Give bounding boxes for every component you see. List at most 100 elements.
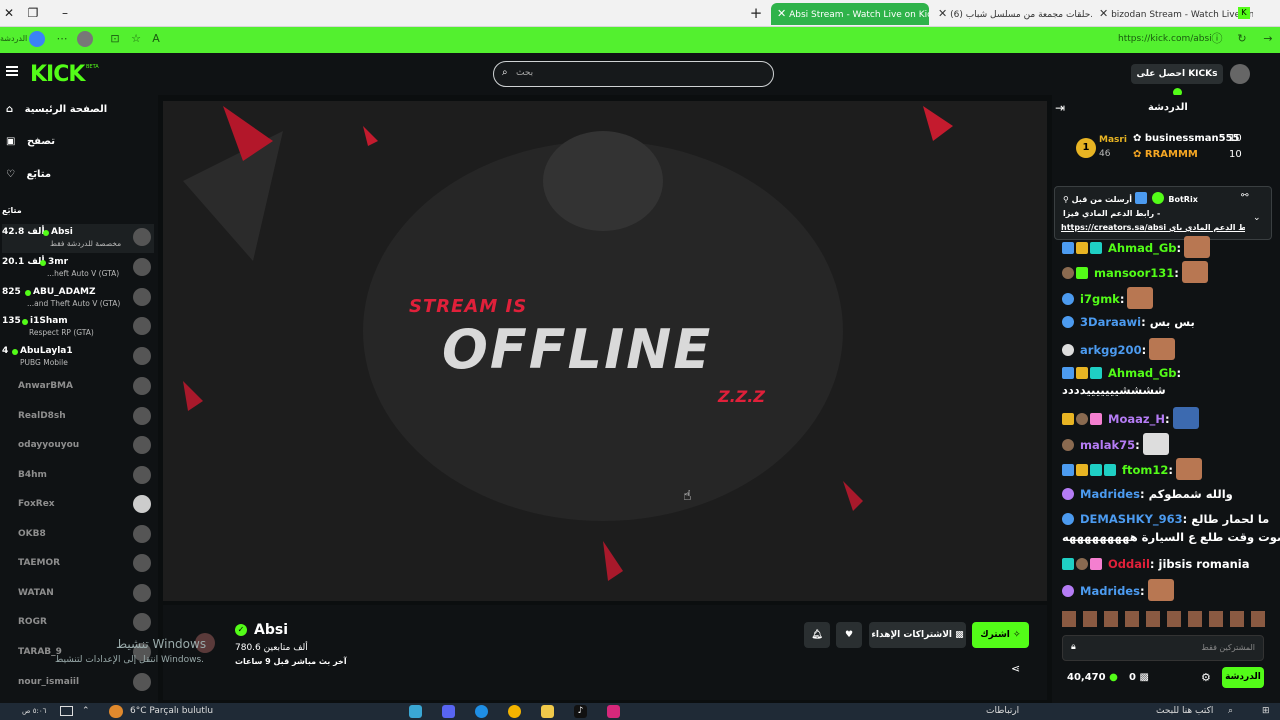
- leaderboard-entry[interactable]: ✿ RRAMMM: [1133, 149, 1198, 160]
- instagram-icon[interactable]: [607, 705, 620, 718]
- more-icon[interactable]: ⋯: [54, 31, 70, 47]
- chevron-up-icon[interactable]: ⌃: [82, 703, 90, 720]
- minimize-window-icon[interactable]: –: [56, 4, 74, 22]
- sidebar-item-browse[interactable]: ▣ تصفح: [6, 134, 55, 150]
- menu-icon[interactable]: [6, 66, 18, 76]
- pinned-link[interactable]: https://creators.sa/absi ربط الدعم الماد…: [1061, 223, 1245, 232]
- back-icon[interactable]: →: [1260, 31, 1276, 47]
- taskbar-search[interactable]: اكتب هنا للبحث: [1156, 703, 1213, 720]
- channel-item-offline[interactable]: odayyouyou: [2, 432, 154, 461]
- channel-item-offline[interactable]: TAEMOR: [2, 550, 154, 579]
- search-input[interactable]: ⌕ بحث: [493, 61, 774, 87]
- site-info-icon[interactable]: ⓘ: [1209, 31, 1225, 47]
- extensions-icon[interactable]: ⊡: [107, 31, 123, 47]
- chat-input[interactable]: 🔒︎ المشتركين فقط: [1062, 635, 1264, 661]
- chat-message[interactable]: Oddail: jibsis romania: [1062, 554, 1249, 574]
- chat-message[interactable]: mansoor131:: [1062, 261, 1208, 283]
- channel-item-3mr[interactable]: 20.1 ألف 3mr ...heft Auto V (GTA): [2, 254, 154, 283]
- favorite-star-icon[interactable]: ☆: [128, 31, 144, 47]
- unpin-icon[interactable]: ⚯: [1241, 191, 1249, 201]
- discord-icon[interactable]: [442, 705, 455, 718]
- user-avatar[interactable]: [1230, 64, 1250, 84]
- tab-series[interactable]: ✕ (6) حلقات مجمعة من مسلسل شباب...: [932, 3, 1092, 25]
- channel-item-i1sham[interactable]: 135 i1Sham Respect RP (GTA): [2, 313, 154, 342]
- badge-icon: [1134, 192, 1147, 204]
- pinned-message[interactable]: ⚲ أرسلت من قبل BotRix ⚯ رابط الدعم الماد…: [1054, 186, 1272, 240]
- kicks-balance[interactable]: 40,470 ●: [1067, 672, 1118, 683]
- share-icon[interactable]: ⋖: [1011, 662, 1020, 675]
- copilot-icon[interactable]: [29, 31, 45, 47]
- get-kicks-button[interactable]: احصل على KICKs: [1131, 64, 1223, 97]
- chat-message[interactable]: 3Daraawi: بس بس: [1062, 312, 1195, 332]
- emote: [1149, 338, 1176, 360]
- channel-name[interactable]: Absi: [254, 622, 288, 638]
- notification-icon[interactable]: [60, 706, 73, 716]
- channel-item-abu-adamz[interactable]: 825 ABU_ADAMZ ...and Theft Auto V (GTA): [2, 284, 154, 313]
- collapse-chat-icon[interactable]: ⇥: [1055, 101, 1065, 115]
- avatar: [133, 673, 151, 691]
- taskbar-links[interactable]: ارتباطات: [986, 703, 1019, 720]
- channel-item-offline[interactable]: B4hm: [2, 462, 154, 491]
- gift-counter[interactable]: 0 ▩: [1129, 672, 1149, 683]
- channel-item-offline[interactable]: AnwarBMA: [2, 373, 154, 402]
- gift-icon: ✿: [1133, 149, 1142, 160]
- sidebar-item-home[interactable]: ⌂ الصفحة الرئيسية: [6, 102, 107, 118]
- folder-icon[interactable]: [541, 705, 554, 718]
- channel-item-offline[interactable]: RealD8sh: [2, 403, 154, 432]
- sidebar-item-following[interactable]: ♡ متابَع: [6, 167, 51, 183]
- tab-bizodan[interactable]: ✕ bizodan Stream - Watch Live on Kick: [1093, 3, 1253, 25]
- channel-item-offline[interactable]: OKB8: [2, 521, 154, 550]
- tiktok-icon[interactable]: ♪: [574, 705, 587, 718]
- emote-strip[interactable]: [1062, 611, 1267, 627]
- tab-absi[interactable]: ✕ Absi Stream - Watch Live on Kick K: [771, 3, 929, 25]
- leaderboard-top-name[interactable]: Masri: [1099, 135, 1127, 145]
- channel-item-offline[interactable]: WATAN: [2, 580, 154, 609]
- kick-logo[interactable]: KICK: [30, 62, 85, 87]
- close-window-icon[interactable]: ✕: [0, 4, 18, 22]
- restore-window-icon[interactable]: ❐: [24, 4, 42, 22]
- close-tab-icon[interactable]: ✕: [1099, 7, 1108, 20]
- profile-icon[interactable]: [77, 31, 93, 47]
- edge-icon[interactable]: [475, 705, 488, 718]
- chat-message[interactable]: DEMASHKY_963: ما لحمار طالع: [1062, 509, 1269, 529]
- reload-icon[interactable]: ↻: [1234, 31, 1250, 47]
- windows-start-icon[interactable]: ⊞: [1262, 703, 1270, 720]
- channel-item-offline[interactable]: FoxRex: [2, 491, 154, 520]
- badge-icon: [1062, 344, 1074, 356]
- gear-icon[interactable]: ⚙: [1201, 671, 1211, 684]
- badge-icon: [1076, 413, 1088, 425]
- read-aloud-icon[interactable]: A: [148, 31, 164, 47]
- heart-icon: ♥: [844, 630, 854, 640]
- chat-message[interactable]: malak75:: [1062, 433, 1169, 455]
- taskbar-app-icon[interactable]: [409, 705, 422, 718]
- follow-heart-button[interactable]: ♥: [836, 622, 862, 648]
- chat-message[interactable]: i7gmk:: [1062, 287, 1154, 309]
- chevron-down-icon[interactable]: ⌄: [1253, 213, 1261, 223]
- chat-message[interactable]: Madrides: والله شمطوكم: [1062, 484, 1233, 504]
- search-icon[interactable]: ⌕: [1228, 703, 1233, 720]
- leaderboard-entry[interactable]: ✿ businessman555: [1133, 133, 1240, 144]
- channel-item-offline[interactable]: ROGR: [2, 609, 154, 638]
- weather-text[interactable]: 6°C Parçalı bulutlu: [130, 703, 213, 720]
- new-tab-icon[interactable]: +: [747, 4, 765, 22]
- gift-subs-button[interactable]: الاشتراكات الإهداء ▩: [869, 622, 966, 648]
- channel-item-abulayla1[interactable]: 4 AbuLayla1 PUBG Mobile: [2, 343, 154, 372]
- chat-message[interactable]: arkgg200:: [1062, 338, 1176, 360]
- chrome-icon[interactable]: [508, 705, 521, 718]
- avatar: [133, 347, 151, 365]
- chat-message[interactable]: Moaaz_H:: [1062, 407, 1199, 429]
- close-tab-icon[interactable]: ✕: [777, 7, 786, 20]
- channel-item-absi[interactable]: 42.8 ألف Absi مخصصة للدردشة فقط: [2, 224, 154, 253]
- chat-message[interactable]: Madrides:: [1062, 579, 1174, 601]
- close-tab-icon[interactable]: ✕: [938, 7, 947, 20]
- offline-line-2: OFFLINE: [442, 318, 713, 381]
- notification-bell-button[interactable]: 🔔︎: [804, 622, 830, 648]
- subscribe-button[interactable]: اشترك ✧: [972, 622, 1029, 648]
- url-field[interactable]: https://kick.com/absi: [1118, 34, 1212, 44]
- channel-item-offline[interactable]: nour_ismaiil: [2, 669, 154, 698]
- badge-icon: [1076, 558, 1088, 570]
- search-icon: ⌕: [502, 67, 508, 78]
- chat-send-button[interactable]: الدردشة: [1222, 667, 1264, 688]
- chat-message[interactable]: ftom12:: [1062, 458, 1203, 480]
- chat-message[interactable]: Ahmad_Gb:: [1062, 236, 1211, 258]
